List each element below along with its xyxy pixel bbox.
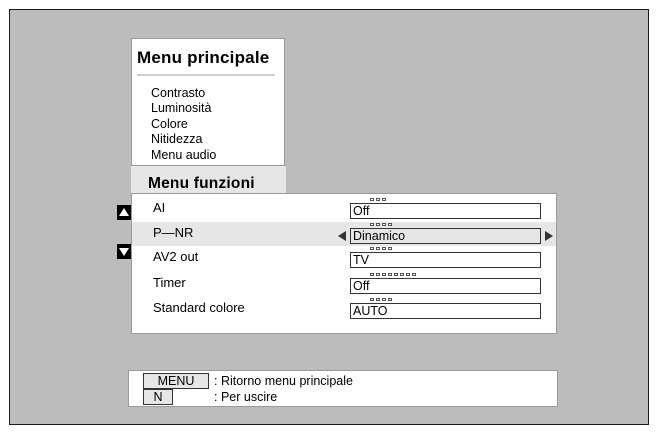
level-dot: [412, 273, 416, 276]
main-menu-item-nitidezza[interactable]: Nitidezza: [151, 132, 216, 147]
setting-value-av2-out[interactable]: TV: [350, 252, 541, 268]
setting-row-ai[interactable]: AI Off: [132, 197, 556, 221]
level-dot: [376, 273, 380, 276]
level-dot: [376, 247, 380, 250]
main-menu-item-colore[interactable]: Colore: [151, 117, 216, 132]
main-menu-title: Menu principale: [137, 48, 270, 67]
main-menu-item-menu-audio[interactable]: Menu audio: [151, 148, 216, 163]
level-indicator: [370, 247, 392, 251]
level-dot: [382, 223, 386, 226]
level-indicator: [370, 223, 392, 227]
scroll-down-button[interactable]: [117, 244, 131, 259]
main-menu-item-contrasto[interactable]: Contrasto: [151, 86, 216, 101]
level-dot: [394, 273, 398, 276]
setting-label-p-nr: P—NR: [153, 225, 194, 240]
setting-label-timer: Timer: [153, 275, 186, 290]
scroll-up-button[interactable]: [117, 205, 131, 220]
setting-value-timer[interactable]: Off: [350, 278, 541, 294]
level-dot: [382, 198, 386, 201]
level-indicator: [370, 198, 386, 202]
level-dot: [370, 198, 374, 201]
setting-row-p-nr[interactable]: P—NR Dinamico: [132, 222, 556, 246]
setting-row-av2-out[interactable]: AV2 out TV: [132, 246, 556, 270]
level-dot: [370, 223, 374, 226]
level-dot: [388, 247, 392, 250]
setting-row-timer[interactable]: Timer Off: [132, 272, 556, 296]
setting-label-av2-out: AV2 out: [153, 249, 199, 264]
arrow-up-icon: [119, 208, 129, 216]
level-dot: [370, 247, 374, 250]
functions-menu-tab: Menu funzioni: [131, 166, 286, 195]
help-bar: MENU : Ritorno menu principale N : Per u…: [128, 370, 558, 407]
arrow-right-icon[interactable]: [545, 231, 553, 241]
setting-label-ai: AI: [153, 200, 166, 215]
main-menu-list: Contrasto Luminosità Colore Nitidezza Me…: [151, 86, 216, 163]
level-dot: [376, 198, 380, 201]
level-dot: [400, 273, 404, 276]
level-dot: [382, 273, 386, 276]
level-indicator: [370, 273, 416, 277]
setting-value-p-nr[interactable]: Dinamico: [350, 228, 541, 244]
level-dot: [388, 223, 392, 226]
functions-menu-title: Menu funzioni: [148, 175, 255, 192]
level-dot: [370, 273, 374, 276]
level-dot: [388, 273, 392, 276]
level-dot: [376, 223, 380, 226]
level-dot: [406, 273, 410, 276]
main-menu-panel: Menu principale Contrasto Luminosità Col…: [131, 38, 285, 166]
setting-label-standard-colore: Standard colore: [153, 300, 245, 315]
main-menu-divider: [137, 74, 275, 76]
level-dot: [376, 298, 380, 301]
arrow-down-icon: [119, 248, 129, 256]
level-dot: [382, 298, 386, 301]
level-indicator: [370, 298, 392, 302]
setting-value-standard-colore[interactable]: AUTO: [350, 303, 541, 319]
level-dot: [382, 247, 386, 250]
menu-key[interactable]: MENU: [143, 373, 209, 389]
exit-key-description: : Per uscire: [214, 390, 278, 404]
menu-key-description: : Ritorno menu principale: [214, 374, 353, 388]
setting-value-ai[interactable]: Off: [350, 203, 541, 219]
setting-row-standard-colore[interactable]: Standard colore AUTO: [132, 297, 556, 321]
level-dot: [388, 298, 392, 301]
main-menu-item-luminosita[interactable]: Luminosità: [151, 101, 216, 116]
exit-key[interactable]: N: [143, 389, 173, 405]
arrow-left-icon[interactable]: [338, 231, 346, 241]
level-dot: [370, 298, 374, 301]
functions-menu-panel: AI Off P—NR Dinamico AV2 out TV Timer Of…: [131, 193, 557, 334]
